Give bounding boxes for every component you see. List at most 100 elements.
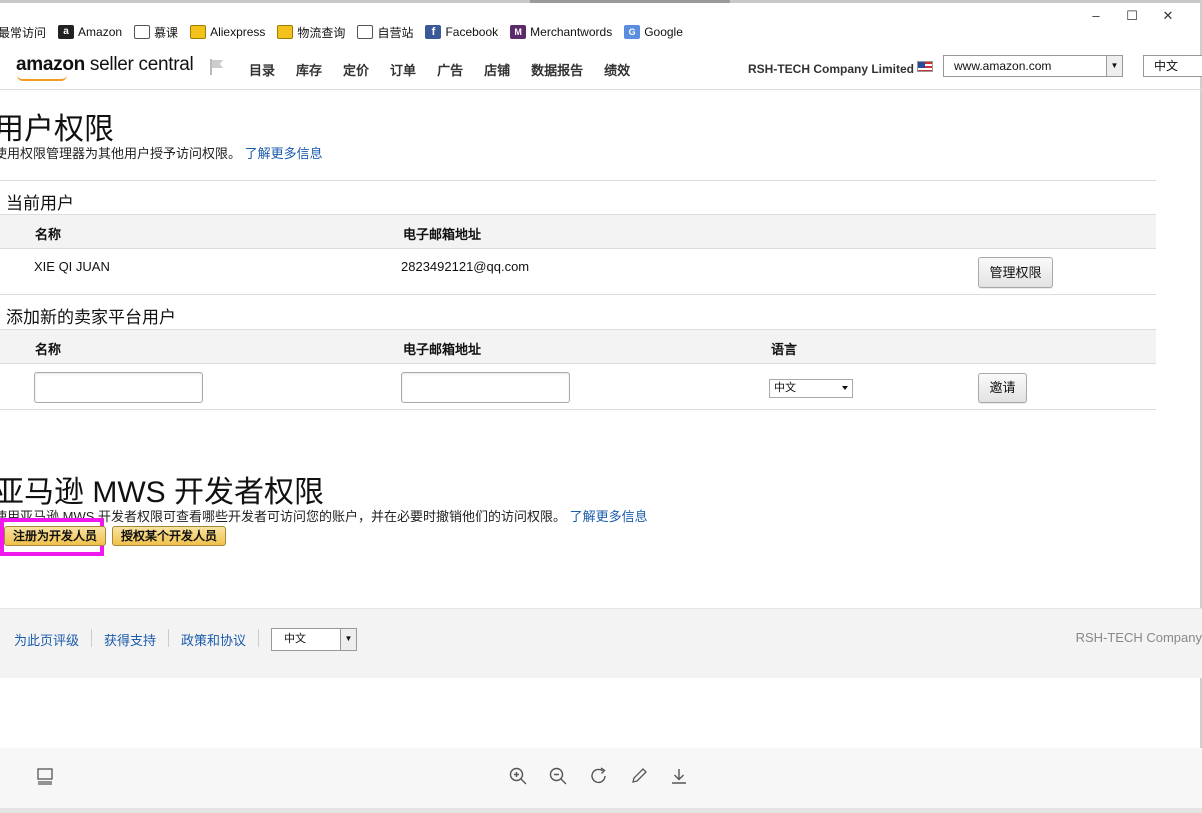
bookmark-amazon[interactable]: a Amazon	[58, 25, 122, 39]
facebook-icon: f	[425, 25, 442, 39]
footer-language-select[interactable]: 中文 ▼	[271, 628, 357, 651]
amazon-smile-icon	[17, 75, 67, 81]
bookmark-own-site[interactable]: 自营站	[357, 24, 413, 41]
rotate-icon[interactable]	[589, 766, 609, 786]
bookmark-label: Amazon	[78, 25, 123, 39]
seller-central-header: amazon seller central 目录 库存 定价 订单 广告 店铺 …	[0, 46, 1202, 90]
col-language-header: 语言	[771, 342, 798, 357]
bookmark-aliexpress[interactable]: Aliexpress	[190, 25, 265, 39]
footer-separator	[168, 629, 169, 647]
footer-rate-page-link[interactable]: 为此页评级	[14, 630, 79, 649]
marketplace-value: www.amazon.com	[954, 59, 1052, 73]
edit-pencil-icon[interactable]	[629, 766, 649, 786]
download-icon[interactable]	[669, 766, 689, 786]
col-email-header: 电子邮箱地址	[403, 342, 482, 357]
footer-separator	[91, 629, 92, 647]
globe-icon	[357, 25, 374, 39]
language-value: 中文	[1154, 59, 1179, 73]
nav-orders[interactable]: 订单	[390, 60, 416, 79]
nav-catalog[interactable]: 目录	[249, 60, 275, 79]
bookmark-label: Google	[644, 25, 683, 39]
nav-advertising[interactable]: 广告	[437, 60, 463, 79]
footer-company: RSH-TECH Company	[1075, 630, 1202, 645]
bookmark-label: 物流查询	[297, 25, 346, 40]
amazon-seller-central-logo[interactable]: amazon seller central	[16, 54, 194, 81]
nav-performance[interactable]: 绩效	[604, 60, 630, 79]
new-user-language-value: 中文	[774, 382, 796, 394]
bookmark-logistics[interactable]: 物流查询	[277, 24, 345, 41]
bookmark-facebook[interactable]: f Facebook	[425, 25, 498, 39]
footer-support-link[interactable]: 获得支持	[104, 630, 156, 649]
divider	[0, 409, 1156, 410]
us-flag-icon	[917, 61, 933, 72]
close-button[interactable]: ✕	[1160, 8, 1176, 24]
bookmark-google[interactable]: G Google	[624, 25, 683, 39]
image-viewer-toolbar	[0, 748, 1202, 808]
add-user-header: 名称 电子邮箱地址 语言	[0, 329, 1156, 364]
col-name-header: 名称	[35, 342, 62, 357]
bookmark-mooc[interactable]: 慕课	[134, 24, 178, 41]
page-title: 用户权限	[0, 113, 114, 146]
nav-reports[interactable]: 数据报告	[531, 60, 583, 79]
new-user-language-select[interactable]: 中文	[769, 379, 853, 398]
window-controls: – ☐ ✕	[1088, 8, 1176, 24]
nav-stores[interactable]: 店铺	[484, 60, 510, 79]
new-user-email-input[interactable]	[401, 372, 570, 403]
window-top-strip	[0, 0, 1202, 3]
page-footer: 为此页评级 获得支持 政策和协议 中文 ▼ RSH-TECH Company	[0, 608, 1202, 678]
register-developer-button[interactable]: 注册为开发人员	[4, 526, 107, 546]
bookmarks-bar: 最常访问 a Amazon 慕课 Aliexpress 物流查询 自营站 f Fac…	[0, 22, 695, 42]
fit-screen-icon[interactable]	[35, 766, 55, 786]
google-icon: G	[624, 25, 641, 39]
chevron-down-icon: ▼	[340, 629, 356, 650]
yellow-folder-icon	[277, 25, 294, 39]
user-email: 2823492121@qq.com	[401, 259, 530, 274]
window-bottom-border	[0, 808, 1202, 813]
authorize-developer-button[interactable]: 授权某个开发人员	[112, 526, 227, 546]
col-name-header: 名称	[35, 227, 62, 242]
add-user-title: 添加新的卖家平台用户	[6, 308, 176, 327]
globe-icon	[134, 25, 151, 39]
logo-seller-central-text: seller central	[84, 54, 194, 75]
merchantwords-icon: M	[510, 25, 527, 39]
mws-learn-more-link[interactable]: 了解更多信息	[570, 509, 648, 524]
language-select[interactable]: 中文	[1143, 55, 1202, 77]
manage-permissions-button[interactable]: 管理权限	[978, 257, 1053, 288]
flag-icon[interactable]	[208, 58, 226, 76]
nav-pricing[interactable]: 定价	[343, 60, 369, 79]
bookmark-most-visited[interactable]: 最常访问	[0, 24, 46, 41]
nav-inventory[interactable]: 库存	[296, 60, 322, 79]
divider	[0, 294, 1156, 295]
minimize-button[interactable]: –	[1088, 8, 1104, 24]
footer-policies-link[interactable]: 政策和协议	[181, 630, 246, 649]
amazon-icon: a	[58, 25, 75, 39]
col-email-header: 电子邮箱地址	[403, 227, 482, 242]
bookmark-label: Aliexpress	[210, 25, 266, 39]
bookmark-label: Merchantwords	[530, 25, 613, 39]
yellow-folder-icon	[190, 25, 207, 39]
zoom-in-icon[interactable]	[508, 766, 528, 786]
marketplace-select[interactable]: www.amazon.com ▼	[943, 55, 1123, 77]
main-nav: 目录 库存 定价 订单 广告 店铺 数据报告 绩效	[249, 60, 651, 79]
footer-language-value: 中文	[284, 633, 306, 645]
footer-separator	[258, 629, 259, 647]
current-users-title: 当前用户	[6, 194, 74, 213]
learn-more-link[interactable]: 了解更多信息	[245, 146, 323, 161]
window-top-strip-highlight	[530, 0, 730, 3]
zoom-out-icon[interactable]	[548, 766, 568, 786]
company-name: RSH-TECH Company Limited	[748, 62, 915, 76]
bookmark-label: 最常访问	[0, 25, 47, 40]
page-subtitle: 使用权限管理器为其他用户授予访问权限。 了解更多信息	[0, 143, 323, 162]
bookmark-label: Facebook	[445, 25, 499, 39]
logo-amazon-text: amazon	[16, 54, 85, 75]
bookmark-label: 慕课	[154, 25, 179, 40]
page-subtitle-text: 使用权限管理器为其他用户授予访问权限。	[0, 146, 242, 161]
invite-button[interactable]: 邀请	[978, 373, 1027, 403]
mws-title: 亚马逊 MWS 开发者权限	[0, 476, 324, 509]
new-user-name-input[interactable]	[34, 372, 203, 403]
user-name: XIE QI JUAN	[34, 259, 110, 274]
maximize-button[interactable]: ☐	[1124, 8, 1140, 24]
current-users-header: 名称 电子邮箱地址	[0, 214, 1156, 249]
caret-down-icon	[842, 386, 848, 390]
bookmark-merchantwords[interactable]: M Merchantwords	[510, 25, 612, 39]
